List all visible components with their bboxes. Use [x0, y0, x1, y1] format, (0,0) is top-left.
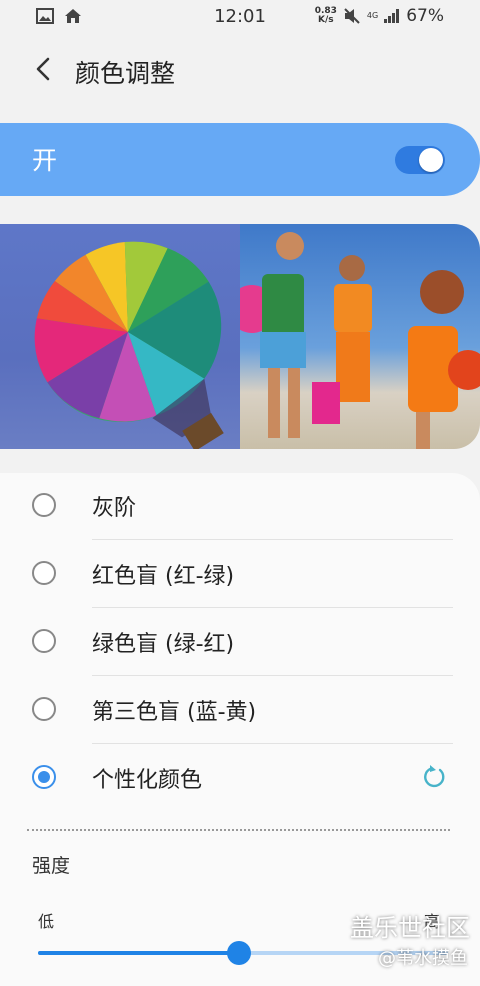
- balloon-illustration: [34, 241, 224, 449]
- radio-button-selected[interactable]: [32, 765, 56, 789]
- page-title: 颜色调整: [75, 59, 176, 88]
- option-tritanomaly[interactable]: 第三色盲 (蓝-黄): [0, 677, 480, 744]
- option-deuteranomaly[interactable]: 绿色盲 (绿-红): [0, 609, 480, 676]
- option-label: 个性化颜色: [92, 768, 203, 793]
- watermark-user: @苇水摸鱼: [378, 948, 468, 969]
- divider: [92, 675, 453, 676]
- master-switch-label: 开: [32, 146, 58, 175]
- beach-family-image: [228, 224, 480, 449]
- slider-fill: [38, 951, 239, 955]
- family-illustration: [228, 232, 480, 449]
- header: 颜色调整: [0, 44, 480, 96]
- divider: [92, 539, 453, 540]
- toggle-knob: [419, 148, 443, 172]
- network-type: 4G: [366, 11, 379, 20]
- slider-thumb[interactable]: [227, 941, 251, 965]
- option-protanomaly[interactable]: 红色盲 (红-绿): [0, 541, 480, 608]
- option-label: 红色盲 (红-绿): [92, 564, 235, 589]
- option-personalized-color[interactable]: 个性化颜色: [0, 745, 480, 812]
- watermark-brand: 盖乐世社区: [350, 914, 470, 942]
- divider: [92, 607, 453, 608]
- option-label: 绿色盲 (绿-红): [92, 632, 235, 657]
- battery-percent: 67%: [406, 6, 444, 26]
- master-switch-bar[interactable]: 开: [0, 123, 480, 196]
- radio-button[interactable]: [32, 629, 56, 653]
- option-label: 第三色盲 (蓝-黄): [92, 700, 257, 725]
- net-speed: 0.83 K/s: [314, 6, 337, 25]
- dotted-divider: [27, 829, 450, 831]
- status-bar: 12:01 0.83 K/s 4G 67%: [0, 0, 480, 34]
- color-preview[interactable]: [0, 224, 480, 449]
- option-grayscale[interactable]: 灰阶: [0, 473, 480, 540]
- master-toggle[interactable]: [395, 146, 445, 174]
- mute-icon: [344, 8, 360, 24]
- hot-air-balloon-image: [0, 224, 240, 449]
- radio-button[interactable]: [32, 561, 56, 585]
- status-right-icons: 0.83 K/s 4G 67%: [315, 6, 444, 26]
- option-label: 灰阶: [92, 496, 137, 521]
- slider-low-label: 低: [38, 912, 55, 931]
- radio-button[interactable]: [32, 697, 56, 721]
- intensity-label: 强度: [32, 855, 71, 877]
- divider: [92, 743, 453, 744]
- back-arrow-icon[interactable]: [28, 54, 58, 84]
- signal-icon: [384, 9, 400, 23]
- reset-icon[interactable]: [420, 763, 448, 791]
- radio-button[interactable]: [32, 493, 56, 517]
